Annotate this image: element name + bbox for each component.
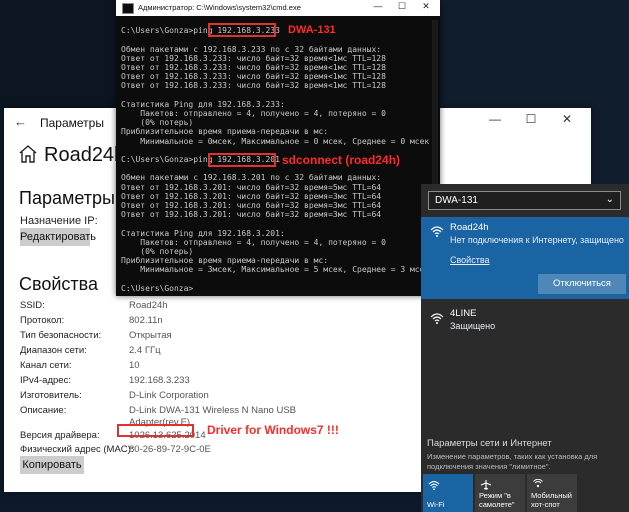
airplane-icon	[480, 480, 492, 490]
ping-ip-highlight-1	[208, 23, 276, 37]
network-name: 4LINE	[450, 308, 477, 319]
network-settings-link[interactable]: Параметры сети и Интернет	[427, 438, 552, 449]
cmd-window-controls: — ☐ ✕	[366, 1, 438, 12]
property-key: Канал сети:	[20, 360, 72, 371]
tile-label: Мобильный хот-спот	[531, 491, 572, 509]
property-value: 192.168.3.233	[129, 375, 190, 386]
wifi-secured-icon	[430, 313, 444, 324]
property-key: IPv4-адрес:	[20, 375, 71, 386]
property-key: Протокол:	[20, 315, 65, 326]
tile-wifi[interactable]: Wi-Fi	[423, 474, 473, 512]
minimize-button[interactable]: —	[477, 112, 513, 126]
cmd-window: Администратор: C:\Windows\system32\cmd.e…	[116, 0, 440, 296]
cmd-icon	[122, 3, 134, 14]
chevron-down-icon: ⌄	[605, 194, 614, 205]
network-status: Нет подключения к Интернету, защищено	[450, 235, 624, 245]
property-key: Тип безопасности:	[20, 330, 102, 341]
driver-annotation: Driver for Windows7 !!!	[207, 423, 339, 437]
cmd-line: Ответ от 192.168.3.233: число байт=32 вр…	[121, 81, 386, 91]
settings-title: Параметры	[40, 116, 104, 130]
tile-label: Wi-Fi	[427, 500, 445, 509]
wifi-icon	[430, 226, 444, 237]
driver-version-highlight	[117, 424, 194, 437]
network-item-4line[interactable]: 4LINE Защищено	[421, 306, 629, 346]
ip-assignment-label: Назначение IP:	[20, 215, 98, 227]
copy-button[interactable]: Копировать	[20, 456, 84, 474]
network-status: Защищено	[450, 321, 496, 331]
property-value: 80-26-89-72-9C-0E	[129, 444, 211, 455]
property-key: Описание:	[20, 405, 67, 416]
network-name: Road24h	[450, 222, 489, 233]
cmd-line: Минимальное = 0мсек, Максимальное = 0 мс…	[121, 136, 430, 146]
property-key: Диапазон сети:	[20, 345, 87, 356]
property-key: Изготовитель:	[20, 390, 82, 401]
sdconnect-annotation: sdconnect (road24h)	[282, 153, 401, 167]
property-value: 2.4 ГГц	[129, 345, 161, 356]
cmd-line: Минимальное = 3мсек, Максимальное = 5 мс…	[121, 265, 430, 275]
cmd-titlebar: Администратор: C:\Windows\system32\cmd.e…	[116, 0, 440, 16]
ping-ip-highlight-2	[208, 153, 276, 167]
tile-label: Режим "в самолете"	[479, 491, 515, 509]
cmd-maximize-button[interactable]: ☐	[390, 1, 414, 12]
property-key: Версия драйвера:	[20, 430, 100, 441]
cmd-minimize-button[interactable]: —	[366, 1, 390, 12]
settings-window-controls: — ☐ ✕	[477, 112, 585, 126]
property-value: Road24h	[129, 300, 168, 311]
cmd-line: C:\Users\Gonza>	[121, 283, 194, 293]
maximize-button[interactable]: ☐	[513, 112, 549, 126]
home-icon	[19, 145, 37, 163]
page-title: Road24h	[44, 144, 126, 166]
cmd-line: Ответ от 192.168.3.201: число байт=32 вр…	[121, 210, 382, 220]
cmd-title: Администратор: C:\Windows\system32\cmd.e…	[138, 3, 301, 12]
property-value: Открытая	[129, 330, 172, 341]
network-settings-description: Изменение параметров, таких как установк…	[427, 452, 598, 471]
edit-button[interactable]: Редактировать	[20, 228, 96, 246]
property-key: Физический адрес (MAC):	[20, 444, 134, 455]
wifi-icon	[428, 481, 440, 491]
back-arrow-icon[interactable]: ←	[14, 114, 27, 129]
tile-mobile-hotspot[interactable]: Мобильный хот-спот	[527, 474, 577, 512]
properties-heading: Свойства	[19, 274, 99, 294]
property-key: SSID:	[20, 300, 45, 311]
property-value: 802.11n	[129, 315, 163, 326]
network-flyout: DWA-131 ⌄ Road24h Нет подключения к Инте…	[421, 184, 629, 512]
adapter-select[interactable]: DWA-131 ⌄	[428, 191, 621, 210]
close-button[interactable]: ✕	[549, 112, 585, 126]
dwa-annotation: DWA-131	[288, 24, 336, 36]
property-value: 10	[129, 360, 140, 371]
cmd-close-button[interactable]: ✕	[414, 1, 438, 12]
hotspot-icon	[533, 479, 543, 488]
network-properties-link[interactable]: Свойства	[450, 255, 490, 265]
tile-airplane-mode[interactable]: Режим "в самолете"	[475, 474, 525, 512]
adapter-select-value: DWA-131	[435, 195, 478, 206]
property-value: D-Link DWA-131 Wireless N Nano USB	[129, 405, 296, 416]
property-value: D-Link Corporation	[129, 390, 209, 401]
disconnect-button[interactable]: Отключиться	[538, 274, 626, 294]
